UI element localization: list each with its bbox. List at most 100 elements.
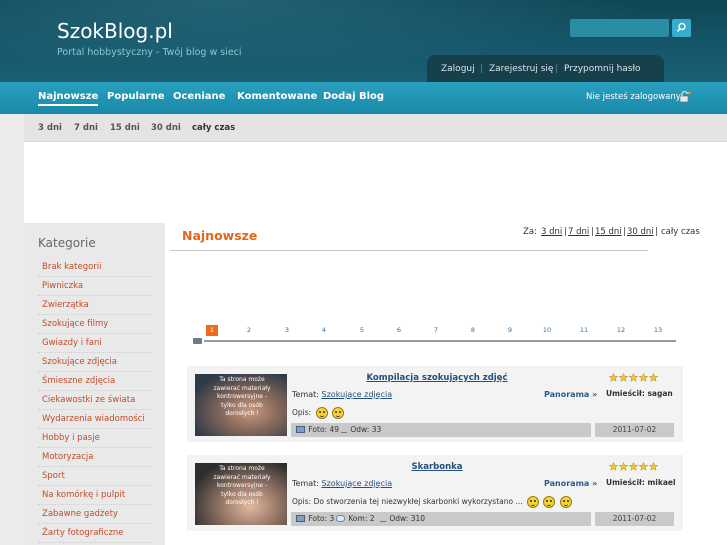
entry-thumbnail[interactable]: Ta strona może zawierać materiały kontro… bbox=[195, 463, 287, 525]
category-item[interactable]: Piwniczka bbox=[38, 277, 152, 296]
category-label[interactable]: Zwierzątka bbox=[42, 300, 89, 310]
period-30-days[interactable]: 30 dni bbox=[151, 123, 181, 133]
nav-item-najnowsze[interactable]: Najnowsze bbox=[38, 91, 99, 106]
category-item[interactable]: Żarty fotograficzne bbox=[38, 524, 152, 543]
nav-item-komentowane[interactable]: Komentowane bbox=[237, 91, 317, 102]
page-link[interactable]: 5 bbox=[356, 325, 368, 336]
category-label[interactable]: Sport bbox=[42, 471, 65, 481]
category-item[interactable]: Ciekawostki ze świata bbox=[38, 391, 152, 410]
category-label[interactable]: Szokujące zdjęcia bbox=[42, 357, 117, 367]
page-link[interactable]: 8 bbox=[467, 325, 479, 336]
page-link[interactable]: 12 bbox=[615, 325, 627, 336]
entry-author: Umieścił: sagan bbox=[606, 389, 673, 398]
category-label[interactable]: Gwiazdy i fani bbox=[42, 338, 102, 348]
topic-link[interactable]: Szokujące zdjęcia bbox=[322, 390, 393, 399]
category-label[interactable]: Śmieszne zdjęcia bbox=[42, 376, 115, 386]
author-name[interactable]: mikael bbox=[647, 478, 675, 487]
nav-item-popularne[interactable]: Popularne bbox=[107, 91, 165, 102]
emoticon-icon bbox=[559, 496, 572, 508]
emoticon-icon bbox=[315, 407, 328, 419]
page-link[interactable]: 3 bbox=[281, 325, 293, 336]
topic-link[interactable]: Szokujące zdjęcia bbox=[322, 479, 393, 488]
comment-icon bbox=[336, 515, 345, 522]
category-label[interactable]: Brak kategorii bbox=[42, 262, 102, 272]
category-label[interactable]: Ciekawostki ze świata bbox=[42, 395, 135, 405]
period-7-days[interactable]: 7 dni bbox=[74, 123, 98, 133]
category-item[interactable]: Zabawne gadżety bbox=[38, 505, 152, 524]
period-all-time-text: cały czas bbox=[661, 227, 700, 237]
category-label[interactable]: Motoryzacja bbox=[42, 452, 94, 462]
page-slider-handle[interactable] bbox=[193, 338, 202, 344]
period-3-days[interactable]: 3 dni bbox=[38, 123, 62, 133]
page-link[interactable]: 13 bbox=[652, 325, 664, 336]
period-link-15-days[interactable]: 15 dni bbox=[595, 227, 622, 237]
sidebar: Kategorie Brak kategorii Piwniczka Zwier… bbox=[24, 223, 165, 545]
site-title[interactable]: SzokBlog.pl bbox=[57, 19, 173, 43]
category-label[interactable]: Na komórkę i pulpit bbox=[42, 490, 125, 500]
search-input[interactable] bbox=[570, 19, 669, 37]
category-item[interactable]: Brak kategorii bbox=[38, 258, 152, 277]
author-name[interactable]: sagan bbox=[647, 389, 672, 398]
category-item[interactable]: Sport bbox=[38, 467, 152, 486]
entry-description: Opis: bbox=[292, 407, 344, 419]
page-link-current[interactable]: 1 bbox=[206, 325, 218, 336]
view-count: Odw: 310 bbox=[380, 514, 425, 523]
thumbnail-warning: Ta strona może zawierać materiały kontro… bbox=[213, 465, 271, 506]
arrow-icon bbox=[341, 426, 347, 433]
rating-stars[interactable] bbox=[608, 461, 659, 474]
page-link[interactable]: 11 bbox=[578, 325, 590, 336]
login-link[interactable]: Zaloguj bbox=[441, 64, 475, 74]
panorama-link[interactable]: Panorama » bbox=[544, 479, 597, 488]
register-link[interactable]: Zarejestruj się bbox=[489, 64, 553, 74]
page-link[interactable]: 6 bbox=[393, 325, 405, 336]
nav-item-oceniane[interactable]: Oceniane bbox=[173, 91, 225, 102]
period-link-7-days[interactable]: 7 dni bbox=[568, 227, 589, 237]
entry-meta: Foto: 49 Odw: 33 bbox=[291, 423, 591, 437]
lock-icon[interactable] bbox=[679, 90, 691, 103]
entry-date: 2011-07-02 bbox=[595, 512, 674, 526]
page-link[interactable]: 9 bbox=[504, 325, 516, 336]
category-item[interactable]: Na komórkę i pulpit bbox=[38, 486, 152, 505]
entry-title[interactable]: Kompilacja szokujących zdjęć bbox=[312, 373, 562, 383]
page-link[interactable]: 2 bbox=[243, 325, 255, 336]
period-all-time[interactable]: cały czas bbox=[192, 123, 235, 133]
category-label[interactable]: Wydarzenia wiadomości bbox=[42, 414, 145, 424]
category-label[interactable]: Zabawne gadżety bbox=[42, 509, 118, 519]
photo-count-text: Foto: 3 bbox=[308, 514, 335, 523]
entry-description: Opis: Do stworzenia tej niezwykłej skarb… bbox=[292, 496, 572, 508]
search-icon bbox=[676, 22, 686, 33]
category-item[interactable]: Zwierzątka bbox=[38, 296, 152, 315]
rating-stars[interactable] bbox=[608, 372, 659, 385]
entry-author: Umieścił: mikael bbox=[606, 478, 676, 487]
emoticon-icon bbox=[527, 496, 540, 508]
category-label[interactable]: Szokujące filmy bbox=[42, 319, 108, 329]
remind-password-link[interactable]: Przypomnij hasło bbox=[564, 64, 641, 74]
period-link-3-days[interactable]: 3 dni bbox=[541, 227, 562, 237]
category-label[interactable]: Hobby i pasje bbox=[42, 433, 100, 443]
category-item[interactable]: Gwiazdy i fani bbox=[38, 334, 152, 353]
sidebar-title: Kategorie bbox=[38, 236, 96, 250]
period-15-days[interactable]: 15 dni bbox=[110, 123, 140, 133]
panorama-link[interactable]: Panorama » bbox=[544, 390, 597, 399]
category-item[interactable]: Szokujące filmy bbox=[38, 315, 152, 334]
category-item[interactable]: Motoryzacja bbox=[38, 448, 152, 467]
nav-item-dodaj-blog[interactable]: Dodaj Blog bbox=[323, 91, 384, 102]
entry-title[interactable]: Skarbonka bbox=[312, 462, 562, 472]
category-item[interactable]: Śmieszne zdjęcia bbox=[38, 372, 152, 391]
page-link[interactable]: 10 bbox=[541, 325, 553, 336]
topic-label: Temat: bbox=[292, 479, 319, 488]
category-item[interactable]: Hobby i pasje bbox=[38, 429, 152, 448]
entry-date: 2011-07-02 bbox=[595, 423, 674, 437]
entry-thumbnail[interactable]: Ta strona może zawierać materiały kontro… bbox=[195, 374, 287, 436]
period-link-30-days[interactable]: 30 dni bbox=[627, 227, 654, 237]
period-separator: | bbox=[591, 227, 594, 237]
category-item[interactable]: Szokujące zdjęcia bbox=[38, 353, 152, 372]
page-link[interactable]: 4 bbox=[318, 325, 330, 336]
page-link[interactable]: 7 bbox=[430, 325, 442, 336]
description-label: Opis: bbox=[292, 497, 312, 506]
search-button[interactable] bbox=[672, 19, 691, 37]
photo-count: Foto: 3 bbox=[296, 514, 334, 523]
category-label[interactable]: Żarty fotograficzne bbox=[42, 528, 124, 538]
category-item[interactable]: Wydarzenia wiadomości bbox=[38, 410, 152, 429]
category-label[interactable]: Piwniczka bbox=[42, 281, 83, 291]
